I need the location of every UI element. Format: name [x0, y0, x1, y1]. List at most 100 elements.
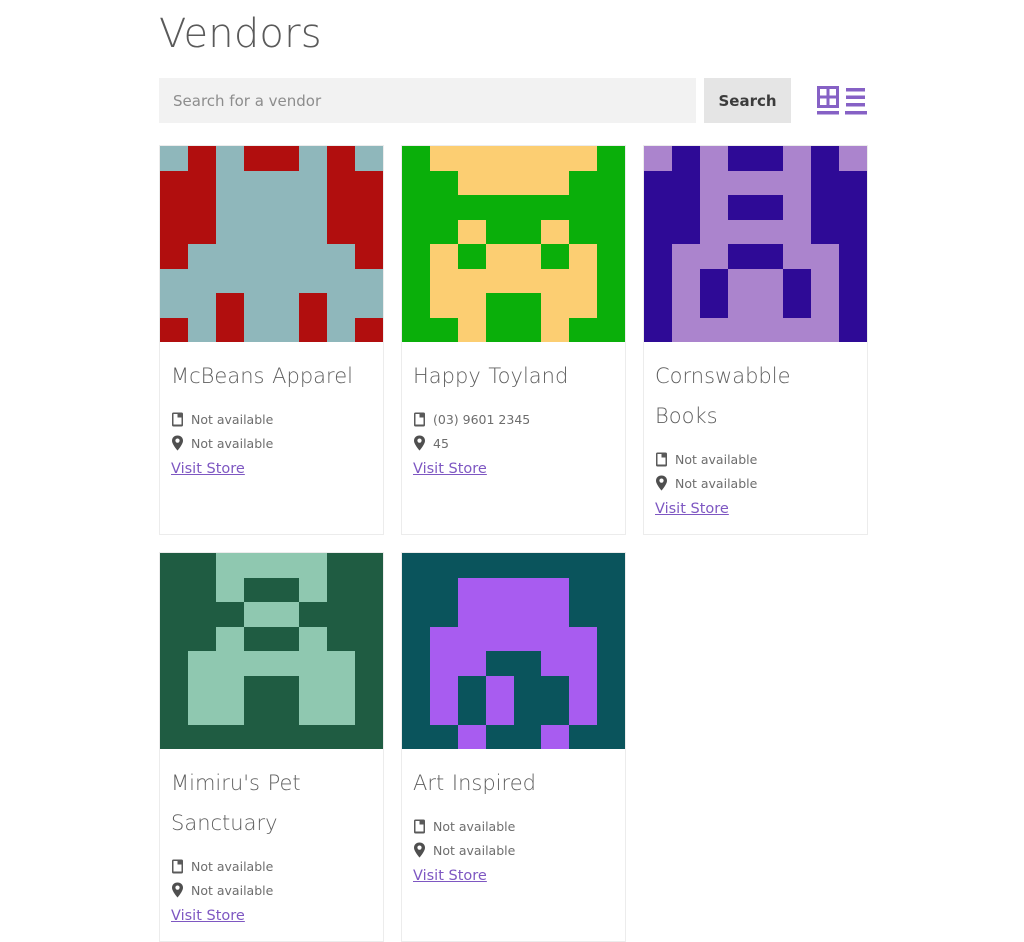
- identicon-cell: [160, 317, 188, 342]
- identicon-cell: [727, 268, 756, 293]
- identicon-cell: [811, 268, 840, 293]
- visit-store-link[interactable]: Visit Store: [655, 501, 729, 517]
- identicon-cell: [327, 626, 356, 651]
- identicon-cell: [644, 170, 672, 195]
- identicon-cell: [243, 293, 272, 318]
- vendor-card[interactable]: Cornswabble Books Not available Not availa…: [643, 145, 868, 535]
- identicon-cell: [160, 651, 188, 676]
- identicon-cell: [402, 195, 430, 220]
- identicon-cell: [541, 602, 570, 627]
- grid-view-button[interactable]: [817, 86, 841, 116]
- identicon-cell: [485, 195, 514, 220]
- identicon-cell: [243, 317, 272, 342]
- identicon-cell: [187, 675, 216, 700]
- identicon-cell: [215, 170, 244, 195]
- identicon-cell: [402, 553, 430, 578]
- identicon-cell: [187, 317, 216, 342]
- identicon-cell: [299, 170, 328, 195]
- identicon-cell: [429, 577, 458, 602]
- identicon-cell: [299, 577, 328, 602]
- identicon-cell: [402, 293, 430, 318]
- identicon-cell: [187, 577, 216, 602]
- vendor-phone-row: (03) 9601 2345: [413, 410, 614, 428]
- identicon-cell: [783, 195, 812, 220]
- identicon-cell: [327, 170, 356, 195]
- vendor-location-text: Not available: [191, 435, 274, 451]
- identicon-cell: [160, 244, 188, 269]
- identicon-cell: [644, 244, 672, 269]
- vendor-phone-text: Not available: [675, 451, 758, 467]
- identicon-cell: [187, 293, 216, 318]
- identicon-cell: [541, 293, 570, 318]
- visit-store-link[interactable]: Visit Store: [171, 908, 245, 924]
- vendor-avatar-identicon: [402, 146, 625, 342]
- identicon-cell: [215, 651, 244, 676]
- search-input[interactable]: [159, 78, 697, 123]
- identicon-cell: [243, 553, 272, 578]
- identicon-cell: [541, 675, 570, 700]
- identicon-cell: [513, 268, 542, 293]
- identicon-cell: [299, 724, 328, 749]
- identicon-cell: [271, 577, 300, 602]
- phone-icon: [656, 452, 667, 466]
- identicon-cell: [243, 170, 272, 195]
- map-pin-icon: [414, 435, 425, 451]
- identicon-cell: [671, 268, 700, 293]
- search-button[interactable]: Search: [704, 78, 791, 123]
- vendor-name: Art Inspired: [413, 771, 536, 795]
- identicon-cell: [597, 700, 625, 725]
- identicon-cell: [160, 219, 188, 244]
- identicon-cell: [811, 293, 840, 318]
- identicon-cell: [597, 553, 625, 578]
- vendor-card-body: Mimiru's Pet Sanctuary Not available Not a…: [160, 749, 383, 941]
- visit-store-link[interactable]: Visit Store: [413, 868, 487, 884]
- visit-store-link[interactable]: Visit Store: [413, 461, 487, 477]
- identicon-cell: [299, 317, 328, 342]
- identicon-cell: [160, 170, 188, 195]
- identicon-cell: [429, 219, 458, 244]
- identicon-cell: [485, 293, 514, 318]
- identicon-cell: [485, 268, 514, 293]
- identicon-cell: [671, 317, 700, 342]
- vendor-card[interactable]: Art Inspired Not available Not available Vi…: [401, 552, 626, 942]
- identicon-cell: [271, 675, 300, 700]
- vendor-card[interactable]: Happy Toyland (03) 9601 2345 45 Visit Store: [401, 145, 626, 535]
- identicon-cell: [541, 244, 570, 269]
- identicon-cell: [644, 293, 672, 318]
- identicon-cell: [457, 293, 486, 318]
- identicon-cell: [839, 195, 867, 220]
- identicon-cell: [457, 268, 486, 293]
- identicon-cell: [597, 577, 625, 602]
- identicon-cell: [215, 724, 244, 749]
- identicon-cell: [355, 170, 383, 195]
- identicon-cell: [671, 195, 700, 220]
- vendor-card[interactable]: McBeans Apparel Not available Not availabl…: [159, 145, 384, 535]
- identicon-cell: [811, 170, 840, 195]
- identicon-cell: [727, 195, 756, 220]
- identicon-cell: [327, 553, 356, 578]
- identicon-cell: [513, 317, 542, 342]
- identicon-cell: [327, 602, 356, 627]
- identicon-cell: [402, 651, 430, 676]
- identicon-cell: [569, 675, 598, 700]
- identicon-cell: [699, 170, 728, 195]
- identicon-cell: [727, 317, 756, 342]
- identicon-cell: [402, 675, 430, 700]
- visit-store-link[interactable]: Visit Store: [171, 461, 245, 477]
- vendor-avatar-identicon: [402, 553, 625, 749]
- map-pin-icon: [172, 435, 183, 451]
- identicon-cell: [402, 317, 430, 342]
- identicon-cell: [271, 219, 300, 244]
- identicon-cell: [160, 700, 188, 725]
- identicon-cell: [187, 700, 216, 725]
- identicon-cell: [402, 170, 430, 195]
- phone-icon: [172, 859, 183, 873]
- identicon-cell: [457, 170, 486, 195]
- identicon-cell: [485, 675, 514, 700]
- identicon-cell: [513, 195, 542, 220]
- vendor-card[interactable]: Mimiru's Pet Sanctuary Not available Not a…: [159, 552, 384, 942]
- identicon-cell: [644, 268, 672, 293]
- list-view-button[interactable]: [845, 86, 867, 116]
- identicon-cell: [597, 651, 625, 676]
- identicon-cell: [541, 146, 570, 171]
